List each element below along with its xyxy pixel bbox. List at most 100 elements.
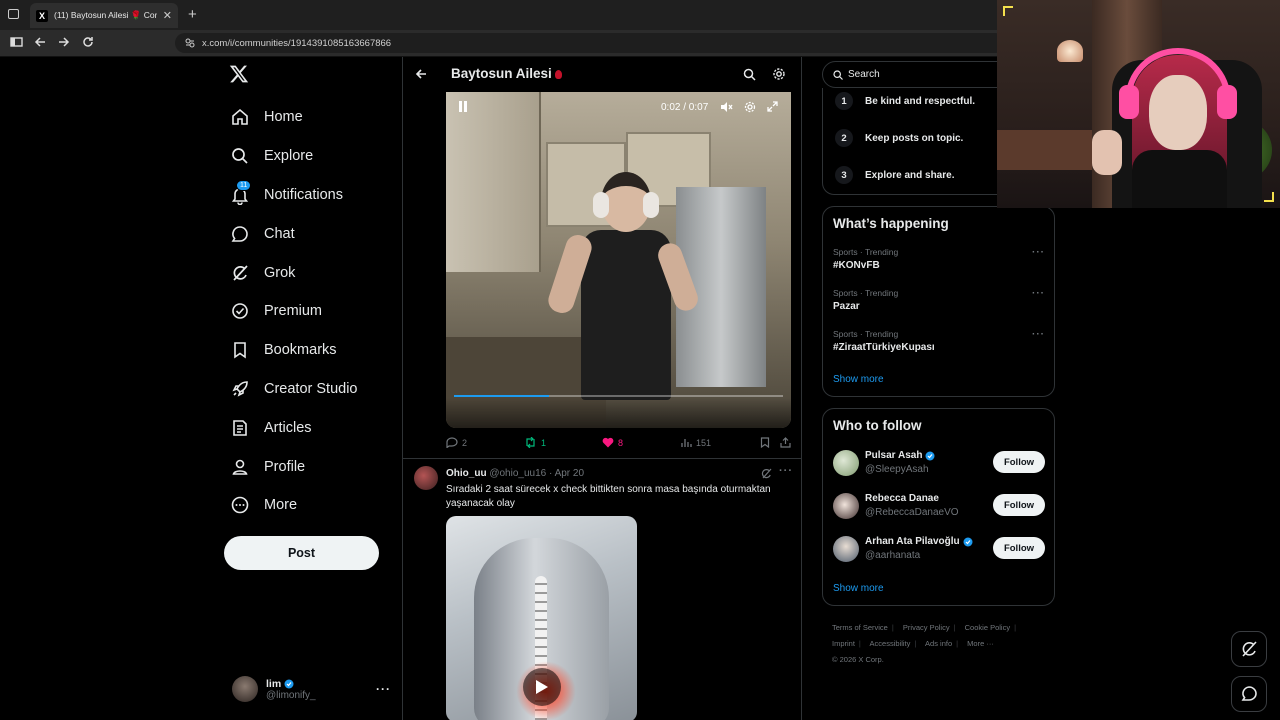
nav-chat[interactable]: Chat xyxy=(230,214,358,253)
footer-link[interactable]: Accessibility xyxy=(870,639,911,648)
follow-button[interactable]: Follow xyxy=(993,451,1045,473)
tab-actions-icon[interactable] xyxy=(8,9,19,19)
sidebar-toggle-icon[interactable] xyxy=(10,36,23,48)
more-circle-icon xyxy=(230,495,250,515)
headphone-cup xyxy=(1217,85,1237,119)
nav-explore[interactable]: Explore xyxy=(230,137,358,176)
nav-premium[interactable]: Premium xyxy=(230,292,358,331)
rocket-icon xyxy=(230,379,250,399)
nav-label: Home xyxy=(264,109,303,126)
avatar[interactable] xyxy=(414,466,438,490)
follow-suggestion[interactable]: Rebecca Danae @RebeccaDanaeVO Follow xyxy=(833,491,1045,521)
reply-count: 2 xyxy=(462,437,468,448)
video-progress-bar[interactable] xyxy=(454,395,783,397)
avatar[interactable] xyxy=(833,536,859,562)
trend-item[interactable]: Sports · Trending #ZiraatTürkiyeKupası ·… xyxy=(833,329,1045,353)
rose-icon xyxy=(554,69,562,79)
footer-link[interactable]: Ads info xyxy=(925,639,952,648)
reload-icon[interactable] xyxy=(82,36,94,48)
video-time: 0:02 / 0:07 xyxy=(661,102,709,113)
footer-link[interactable]: Imprint xyxy=(832,639,855,648)
follow-suggestion[interactable]: Pulsar Asah @SleepyAsah Follow xyxy=(833,448,1045,478)
nav-home[interactable]: Home xyxy=(230,98,358,137)
back-icon[interactable] xyxy=(34,36,46,48)
nav-bookmarks[interactable]: Bookmarks xyxy=(230,331,358,370)
post-date[interactable]: Apr 20 xyxy=(555,468,584,479)
show-more-link[interactable]: Show more xyxy=(833,583,884,594)
back-arrow-icon[interactable] xyxy=(415,68,427,80)
post-video-thumbnail[interactable] xyxy=(446,516,637,720)
avatar[interactable] xyxy=(833,450,859,476)
play-icon[interactable] xyxy=(523,668,561,706)
pause-icon[interactable] xyxy=(458,101,468,112)
show-more-link[interactable]: Show more xyxy=(833,374,884,385)
url-field[interactable]: x.com/i/communities/1914391085163667866 xyxy=(175,33,1005,53)
home-icon xyxy=(230,107,250,127)
account-name: lim xyxy=(266,677,282,690)
trend-item[interactable]: Sports · Trending Pazar ··· xyxy=(833,288,1045,312)
follow-button[interactable]: Follow xyxy=(993,494,1045,516)
trend-more-icon[interactable]: ··· xyxy=(1032,329,1045,340)
post-text: Sıradaki 2 saat sürecek x check bittikte… xyxy=(446,484,771,509)
person-icon xyxy=(230,457,250,477)
rule-item[interactable]: 3 Explore and share. xyxy=(835,166,954,184)
forward-icon[interactable] xyxy=(58,36,70,48)
post-button[interactable]: Post xyxy=(224,536,379,570)
nav-grok[interactable]: Grok xyxy=(230,253,358,292)
author-name[interactable]: Ohio_uu xyxy=(446,468,487,479)
reply-button[interactable]: 2 xyxy=(446,437,467,448)
follow-suggestion[interactable]: Arhan Ata Pilavoğlu @aarhanata Follow xyxy=(833,534,1045,564)
video-player[interactable]: 0:02 / 0:07 xyxy=(446,92,791,428)
avatar xyxy=(232,676,258,702)
repost-count: 1 xyxy=(541,437,547,448)
footer-link[interactable]: Privacy Policy xyxy=(903,623,950,632)
author-handle[interactable]: @ohio_uu16 xyxy=(489,468,546,479)
account-more-icon[interactable]: ··· xyxy=(376,682,391,696)
primary-nav: Home Explore 11 Notifications Chat Grok … xyxy=(230,98,358,525)
bell-icon: 11 xyxy=(230,179,252,205)
x-logo-icon[interactable] xyxy=(229,64,253,88)
account-handle: @limonify_ xyxy=(266,689,316,701)
follow-button[interactable]: Follow xyxy=(993,537,1045,559)
video-settings-icon[interactable] xyxy=(744,101,756,113)
trend-more-icon[interactable]: ··· xyxy=(1032,288,1045,299)
like-button[interactable]: 8 xyxy=(602,437,623,448)
account-switcher[interactable]: lim @limonify_ xyxy=(232,676,316,702)
browser-tab[interactable]: X (11) Baytosun Ailesi 🌹 Commu ✕ xyxy=(30,3,178,28)
grok-icon[interactable] xyxy=(761,468,772,479)
nav-articles[interactable]: Articles xyxy=(230,408,358,447)
mute-icon[interactable] xyxy=(720,101,733,113)
nav-profile[interactable]: Profile xyxy=(230,447,358,486)
post-more-icon[interactable]: ··· xyxy=(779,465,793,477)
rule-item[interactable]: 1 Be kind and respectful. xyxy=(835,92,975,110)
rule-item[interactable]: 2 Keep posts on topic. xyxy=(835,129,963,147)
nav-notifications[interactable]: 11 Notifications xyxy=(230,176,358,215)
new-tab-icon[interactable]: + xyxy=(188,6,197,23)
trend-more-icon[interactable]: ··· xyxy=(1032,247,1045,258)
bookmark-post-button[interactable] xyxy=(760,437,770,448)
footer-link[interactable]: Cookie Policy xyxy=(965,623,1010,632)
suggestion-name: Pulsar Asah xyxy=(865,450,923,461)
share-button[interactable] xyxy=(780,437,791,448)
chat-floating-button[interactable] xyxy=(1231,676,1267,712)
rule-number: 1 xyxy=(835,92,853,110)
close-tab-icon[interactable]: ✕ xyxy=(163,9,172,22)
nav-creator-studio[interactable]: Creator Studio xyxy=(230,370,358,409)
settings-gear-icon[interactable] xyxy=(772,67,786,81)
avatar[interactable] xyxy=(833,493,859,519)
trend-item[interactable]: Sports · Trending #KONvFB ··· xyxy=(833,247,1045,271)
nav-more[interactable]: More xyxy=(230,486,358,525)
repost-button[interactable]: 1 xyxy=(524,437,546,448)
footer-link[interactable]: Terms of Service xyxy=(832,623,888,632)
footer-more-link[interactable]: More ··· xyxy=(967,639,994,648)
community-search-icon[interactable] xyxy=(743,68,756,81)
fullscreen-icon[interactable] xyxy=(767,101,778,112)
views-button[interactable]: 151 xyxy=(681,437,711,448)
bookmark-icon xyxy=(230,340,250,360)
card-title: Who to follow xyxy=(833,418,922,433)
site-info-icon[interactable] xyxy=(185,38,195,48)
post-header: Ohio_uu @ohio_uu16 · Apr 20 xyxy=(446,468,585,479)
url-text: x.com/i/communities/1914391085163667866 xyxy=(202,37,392,49)
grok-floating-button[interactable] xyxy=(1231,631,1267,667)
trend-tag: Pazar xyxy=(833,301,860,312)
